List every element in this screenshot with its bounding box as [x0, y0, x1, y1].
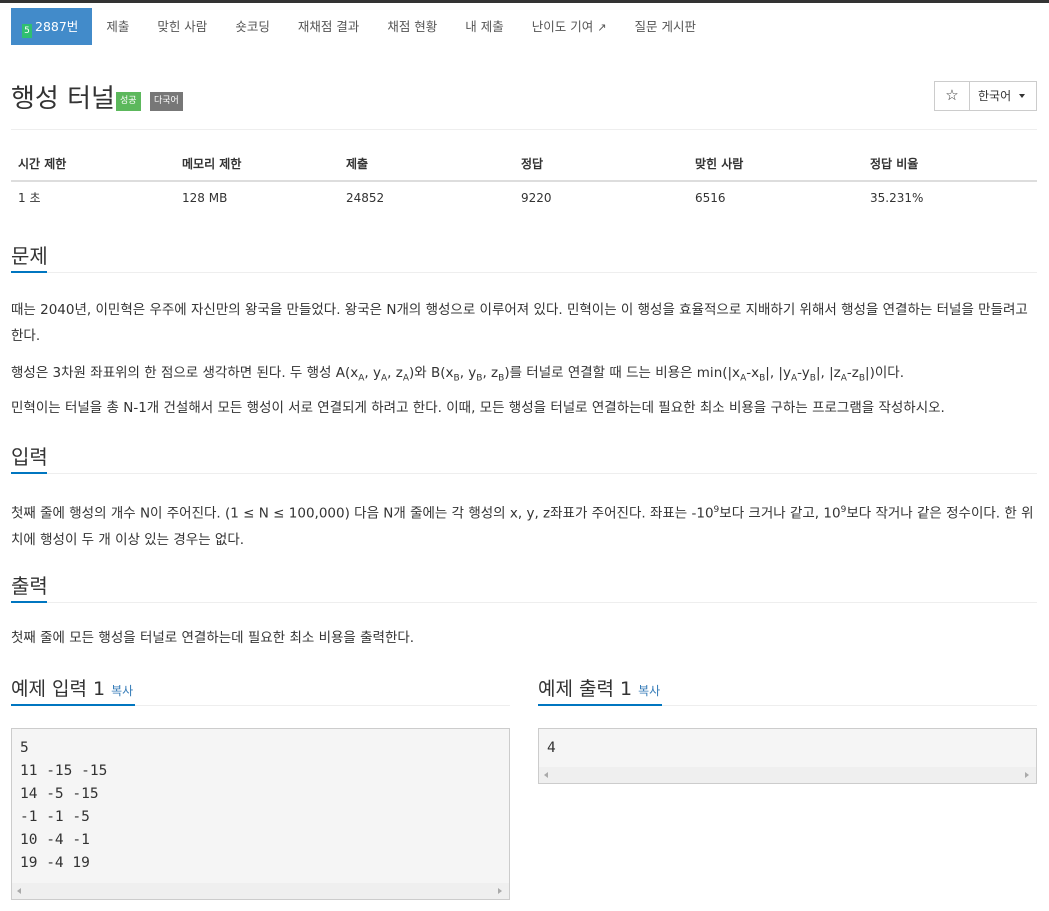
info-header: 시간 제한	[11, 147, 175, 182]
horizontal-scrollbar[interactable]	[12, 883, 509, 899]
formula-sub: B	[809, 373, 816, 384]
info-header: 맞힌 사람	[688, 147, 863, 182]
sample-input-text: 5 11 -15 -15 14 -5 -15 -1 -1 -5 10 -4 -1…	[20, 740, 108, 871]
input-section-title: 입력	[11, 445, 48, 469]
formula-text: 행성은 3차원 좌표위의 한 점으로 생각하면 된다. 두 행성 A(x	[11, 365, 359, 381]
problem-info-table: 시간 제한 메모리 제한 제출 정답 맞힌 사람 정답 비율 1 초 128 M…	[11, 147, 1037, 213]
nav-solved-users[interactable]: 맞힌 사람	[143, 8, 221, 45]
scroll-right-icon[interactable]	[1025, 772, 1029, 778]
section-underline	[11, 271, 47, 273]
sample-output-title: 예제 출력 1 복사	[538, 674, 660, 701]
copy-input-button[interactable]: 복사	[111, 684, 133, 698]
output-description: 첫째 줄에 모든 행성을 터널로 연결하는데 필요한 최소 비용을 출력한다.	[11, 630, 415, 646]
formula-sub: B	[759, 373, 766, 384]
info-header: 정답	[514, 147, 688, 182]
input-text: 보다 크거나 같고, 10	[719, 505, 841, 522]
formula-sub: A	[740, 373, 747, 384]
section-divider	[11, 473, 1037, 474]
copy-output-button[interactable]: 복사	[638, 684, 660, 698]
nav-problem-number[interactable]: 5 2887번	[11, 8, 93, 45]
multilang-badge: 다국어	[150, 92, 183, 111]
nav-status[interactable]: 채점 현황	[373, 8, 451, 45]
formula-text: )를 터널로 연결할 때 드는 비용은 min(|x	[504, 365, 741, 381]
formula-sub: B	[476, 373, 483, 384]
level-icon: 5	[22, 24, 32, 38]
formula-sub: A	[380, 373, 388, 384]
problem-description: 때는 2040년, 이민혁은 우주에 자신만의 왕국을 만들었다. 왕국은 N개…	[11, 302, 1028, 344]
sample-output-text: 4	[547, 740, 556, 756]
info-value: 128 MB	[182, 190, 228, 205]
language-dropdown[interactable]: 한국어	[969, 81, 1037, 111]
language-label: 한국어	[978, 89, 1012, 103]
formula-sub: A	[840, 373, 847, 384]
problem-title: 행성 터널	[11, 84, 115, 114]
sample-input-title: 예제 입력 1 복사	[11, 674, 133, 701]
info-value: 9220	[521, 190, 552, 205]
sample-output-box[interactable]: 4	[538, 728, 1037, 784]
scroll-left-icon[interactable]	[17, 888, 21, 894]
nav-my-submissions[interactable]: 내 제출	[451, 8, 517, 45]
info-header: 정답 비율	[863, 147, 1037, 182]
input-description: 첫째 줄에 행성의 개수 N이 주어진다. (1 ≤ N ≤ 100,000) …	[11, 497, 1037, 553]
section-divider	[11, 272, 1037, 273]
nav-short-coding[interactable]: 숏코딩	[221, 8, 284, 45]
formula-sub: A	[358, 373, 365, 384]
top-border	[0, 0, 1049, 3]
problem-goal: 민혁이는 터널을 총 N-1개 건설해서 모든 행성이 서로 연결되게 하려고 …	[11, 400, 945, 416]
problem-formula: 행성은 3차원 좌표위의 한 점으로 생각하면 된다. 두 행성 A(xA, y…	[11, 365, 904, 384]
info-value-row: 1 초 128 MB 24852 9220 6516 35.231%	[11, 181, 1037, 213]
header-divider	[11, 129, 1037, 130]
info-value: 35.231%	[870, 190, 924, 205]
info-value: 1 초	[18, 191, 41, 205]
output-section-title: 출력	[11, 574, 48, 598]
info-value: 6516	[695, 190, 726, 205]
problem-nav: 5 2887번 제출 맞힌 사람 숏코딩 재채점 결과 채점 현황 내 제출 난이…	[11, 8, 710, 45]
external-link-icon: ↗	[597, 21, 607, 34]
caret-down-icon	[1019, 94, 1026, 98]
nav-submit[interactable]: 제출	[92, 8, 143, 45]
input-text: 첫째 줄에 행성의 개수 N이 주어진다. (1 ≤ N ≤ 100,000) …	[11, 505, 714, 522]
formula-sub: A	[402, 373, 409, 384]
nav-difficulty-contribution[interactable]: 난이도 기여 ↗	[518, 8, 621, 45]
section-underline	[11, 601, 47, 603]
example-underline	[11, 704, 135, 706]
sample-input-label: 예제 입력 1	[11, 678, 106, 700]
example-underline	[538, 704, 662, 706]
scroll-left-icon[interactable]	[544, 772, 548, 778]
nav-problem-label: 2887번	[35, 19, 79, 34]
info-value: 24852	[346, 190, 385, 205]
nav-difficulty-label: 난이도 기여	[531, 19, 594, 34]
horizontal-scrollbar[interactable]	[539, 767, 1036, 783]
info-header: 제출	[339, 147, 514, 182]
section-underline	[11, 472, 47, 474]
problem-section-title: 문제	[11, 244, 48, 268]
success-badge: 성공	[116, 92, 141, 111]
scroll-right-icon[interactable]	[498, 888, 502, 894]
formula-sub: B	[453, 373, 460, 384]
formula-text: |)이다.	[865, 365, 904, 381]
section-divider	[11, 602, 1037, 603]
star-icon[interactable]: ☆	[934, 81, 970, 111]
sample-input-box[interactable]: 5 11 -15 -15 14 -5 -15 -1 -1 -5 10 -4 -1…	[11, 728, 510, 900]
nav-rejudge-results[interactable]: 재채점 결과	[284, 8, 373, 45]
formula-sub: A	[790, 373, 798, 384]
info-header-row: 시간 제한 메모리 제한 제출 정답 맞힌 사람 정답 비율	[11, 147, 1037, 182]
nav-question-board[interactable]: 질문 게시판	[620, 8, 709, 45]
info-header: 메모리 제한	[175, 147, 339, 182]
sample-output-label: 예제 출력 1	[538, 678, 633, 700]
